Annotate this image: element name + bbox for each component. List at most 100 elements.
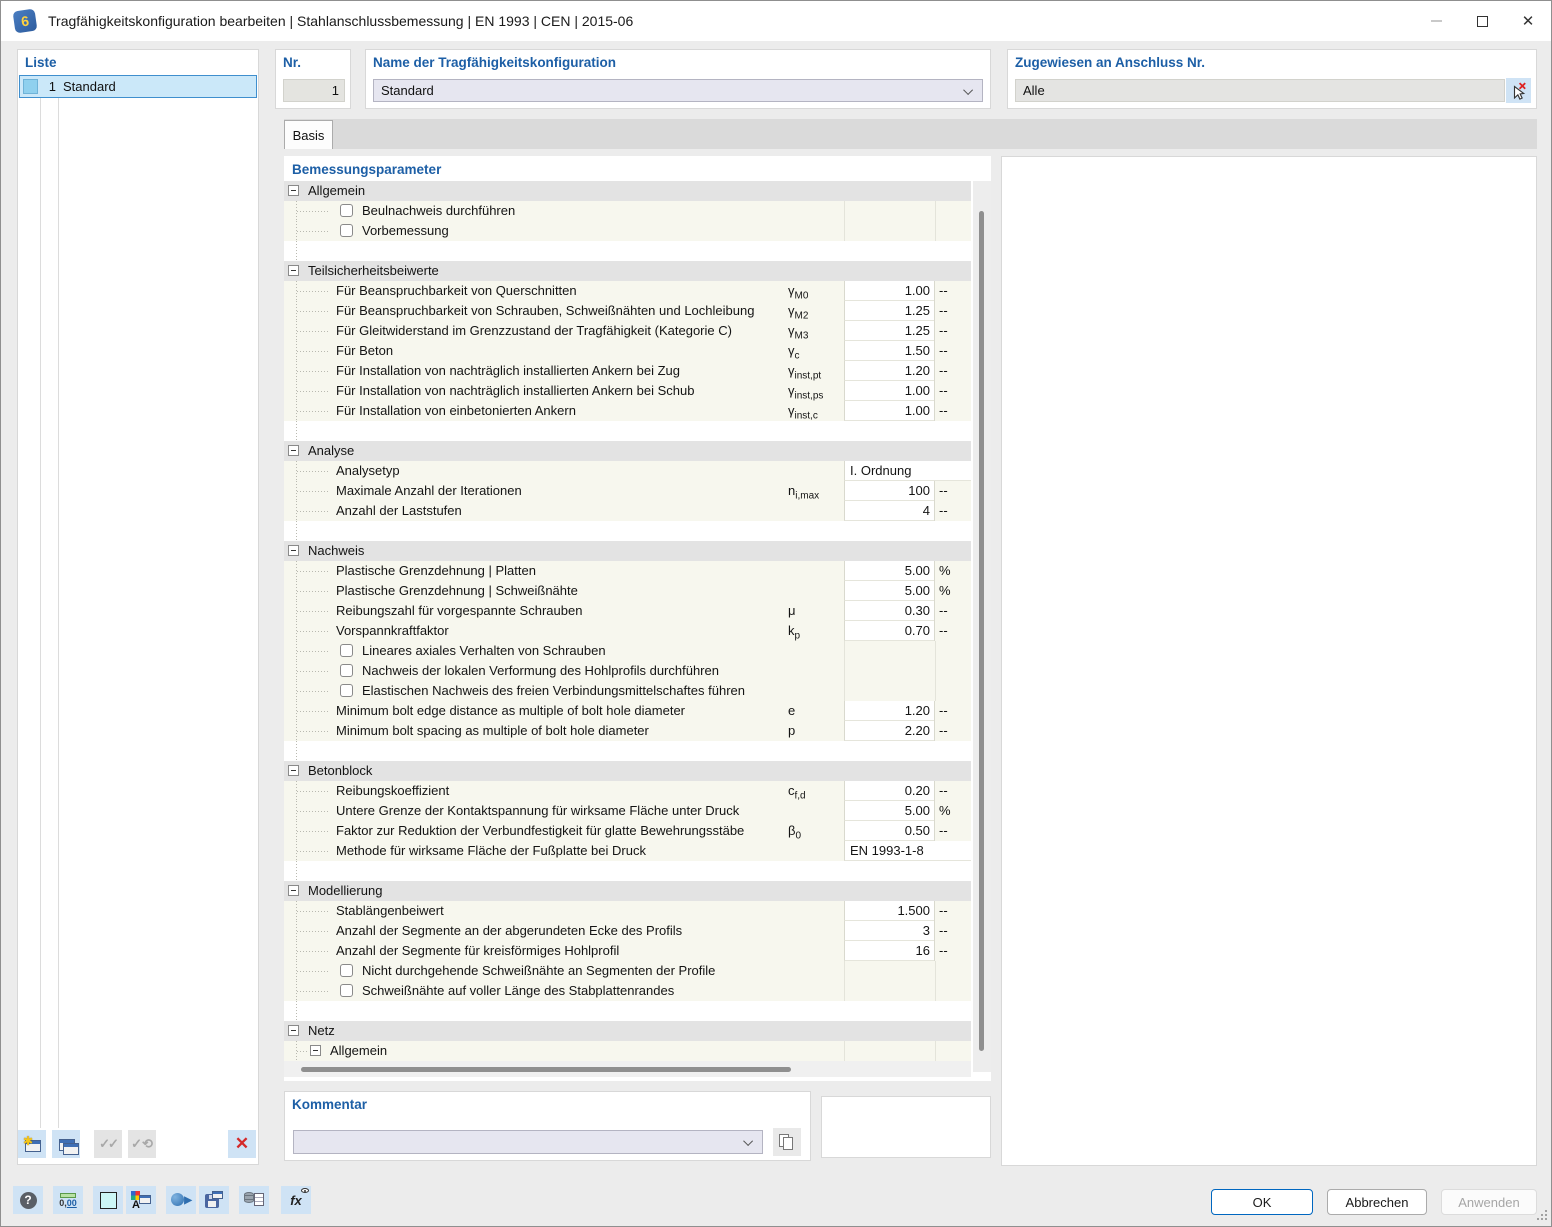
- help-button[interactable]: ?: [13, 1186, 43, 1214]
- unit-cell: --: [934, 921, 971, 941]
- checkbox[interactable]: [340, 204, 353, 217]
- value-cell[interactable]: 5.00: [844, 561, 934, 581]
- value-cell[interactable]: 1.20: [844, 701, 934, 721]
- display-properties-button[interactable]: A: [126, 1186, 156, 1214]
- name-combobox[interactable]: Standard: [373, 79, 983, 102]
- value-cell[interactable]: 1.50: [844, 341, 934, 361]
- value-cell[interactable]: 2.20: [844, 721, 934, 741]
- horizontal-scrollbar-thumb[interactable]: [301, 1067, 791, 1072]
- formula-view-button[interactable]: fx: [281, 1186, 311, 1214]
- symbol: p: [788, 723, 796, 738]
- horizontal-scrollbar[interactable]: [284, 1061, 971, 1077]
- collapse-toggle-icon[interactable]: [288, 445, 299, 456]
- value-cell[interactable]: 4: [844, 501, 934, 521]
- delete-config-button[interactable]: ✕: [228, 1130, 256, 1158]
- collapse-toggle-icon[interactable]: [288, 885, 299, 896]
- check-all-button: ✓✓: [94, 1130, 122, 1158]
- value-cell[interactable]: 1.00: [844, 281, 934, 301]
- save-defaults-button[interactable]: [199, 1186, 229, 1214]
- parameter-row: Schweißnähte auf voller Länge des Stabpl…: [284, 981, 971, 1001]
- unit-cell: --: [934, 321, 971, 341]
- maximize-icon: [1476, 15, 1488, 27]
- value-cell[interactable]: 5.00: [844, 581, 934, 601]
- kommentar-label: Kommentar: [292, 1097, 368, 1112]
- resize-grip[interactable]: [1535, 1208, 1547, 1220]
- parameter-row: [284, 1001, 971, 1021]
- value-cell[interactable]: 100: [844, 481, 934, 501]
- vertical-scrollbar-thumb[interactable]: [979, 211, 984, 1051]
- parameter-row: Für Beanspruchbarkeit von Querschnitten γ…: [284, 281, 971, 302]
- select-connections-button[interactable]: [1506, 78, 1531, 103]
- parameter-row: Für Beanspruchbarkeit von Schrauben, Sch…: [284, 301, 971, 322]
- section-header: Netz: [284, 1021, 971, 1041]
- checkbox[interactable]: [340, 684, 353, 697]
- kommentar-copy-button[interactable]: [773, 1128, 801, 1156]
- collapse-toggle-icon[interactable]: [288, 265, 299, 276]
- color-settings-button[interactable]: [93, 1186, 123, 1214]
- vertical-scrollbar[interactable]: [973, 181, 991, 1072]
- nr-label: Nr.: [283, 55, 302, 70]
- value-cell[interactable]: 1.25: [844, 301, 934, 321]
- help-icon: ?: [19, 1191, 37, 1209]
- collapse-toggle-icon[interactable]: [288, 1025, 299, 1036]
- symbol: β0: [788, 823, 802, 842]
- symbol: μ: [788, 603, 796, 618]
- checkbox[interactable]: [340, 964, 353, 977]
- unit-cell: --: [934, 901, 971, 921]
- reset-checks-button: ✓⟲: [128, 1130, 156, 1158]
- new-config-button[interactable]: ✱: [18, 1130, 46, 1158]
- apply-button: Anwenden: [1441, 1189, 1537, 1215]
- value-cell[interactable]: 0.20: [844, 781, 934, 801]
- copy-config-button[interactable]: [52, 1130, 80, 1158]
- preview-panel: [1001, 156, 1537, 1166]
- collapse-toggle-icon[interactable]: [310, 1045, 321, 1056]
- value-cell[interactable]: I. Ordnung: [844, 461, 971, 481]
- value-cell[interactable]: 1.25: [844, 321, 934, 341]
- value-cell[interactable]: 16: [844, 941, 934, 961]
- liste-label: Liste: [25, 55, 57, 70]
- liste-item-selected[interactable]: 1 Standard: [19, 75, 257, 98]
- checkbox[interactable]: [340, 984, 353, 997]
- liste-item-nr: 1: [48, 79, 56, 94]
- collapse-toggle-icon[interactable]: [288, 765, 299, 776]
- maximize-button[interactable]: [1459, 1, 1505, 41]
- section-header: Betonblock: [284, 761, 971, 781]
- kommentar-combobox[interactable]: [293, 1130, 763, 1154]
- unit-cell: %: [934, 561, 971, 581]
- value-cell[interactable]: 1.500: [844, 901, 934, 921]
- delete-x-icon: ✕: [234, 1134, 250, 1153]
- value-cell[interactable]: 1.00: [844, 381, 934, 401]
- value-cell[interactable]: 1.00: [844, 401, 934, 421]
- collapse-toggle-icon[interactable]: [288, 185, 299, 196]
- assigned-field[interactable]: Alle: [1015, 79, 1505, 102]
- unit-cell: --: [934, 401, 971, 421]
- value-cell[interactable]: 3: [844, 921, 934, 941]
- checkbox[interactable]: [340, 644, 353, 657]
- parameter-row: Methode für wirksame Fläche der Fußplatt…: [284, 841, 971, 861]
- collapse-toggle-icon[interactable]: [288, 545, 299, 556]
- value-cell[interactable]: 0.50: [844, 821, 934, 841]
- parameter-panel: Bemessungsparameter Allgemein Beulnachwei…: [284, 156, 991, 1081]
- import-export-button[interactable]: [239, 1186, 269, 1214]
- parameter-row: Stablängenbeiwert 1.500 --: [284, 901, 971, 921]
- parameter-row: Elastischen Nachweis des freien Verbindu…: [284, 681, 971, 701]
- parameter-row: Minimum bolt spacing as multiple of bolt…: [284, 721, 971, 741]
- value-cell[interactable]: 0.70: [844, 621, 934, 641]
- value-cell[interactable]: 5.00: [844, 801, 934, 821]
- cancel-button[interactable]: Abbrechen: [1327, 1189, 1427, 1215]
- close-button[interactable]: ✕: [1505, 1, 1551, 41]
- chevron-down-icon: [743, 1136, 754, 1147]
- ok-button[interactable]: OK: [1211, 1189, 1313, 1215]
- unit-cell: --: [934, 941, 971, 961]
- window-title: Tragfähigkeitskonfiguration bearbeiten |…: [48, 13, 634, 29]
- tab-basis[interactable]: Basis: [284, 120, 333, 149]
- unit-cell: --: [934, 721, 971, 741]
- value-cell[interactable]: 1.20: [844, 361, 934, 381]
- value-cell[interactable]: 0.30: [844, 601, 934, 621]
- value-cell[interactable]: EN 1993-1-8: [844, 841, 971, 861]
- checkbox[interactable]: [340, 224, 353, 237]
- parameter-row: [284, 421, 971, 441]
- transfer-button[interactable]: ▶: [166, 1186, 196, 1214]
- checkbox[interactable]: [340, 664, 353, 677]
- units-settings-button[interactable]: 0,00: [53, 1186, 83, 1214]
